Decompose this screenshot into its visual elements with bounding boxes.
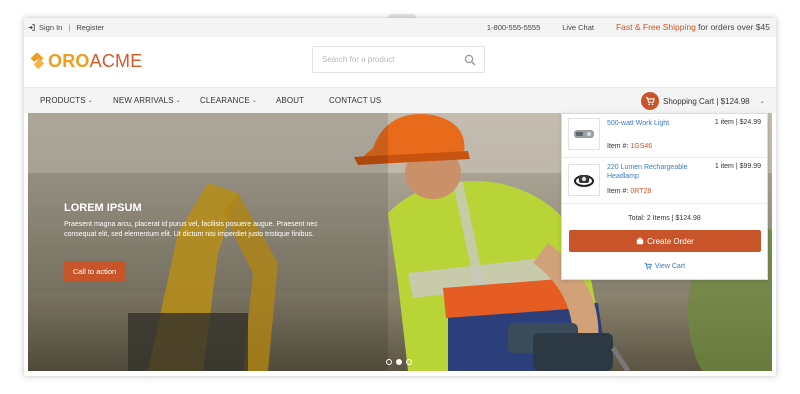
shopping-cart-button[interactable]: Shopping Cart | $124.98 ⌄: [641, 92, 765, 110]
nav-item-clearance[interactable]: CLEARANCE ⌄: [200, 96, 257, 105]
phone-number: 1-800-555-5555: [486, 22, 541, 32]
carousel-dot-3[interactable]: [406, 359, 412, 365]
logo-text-oro: ORO: [48, 51, 90, 71]
item-code: 0RT28: [630, 188, 652, 195]
nav-item-products[interactable]: PRODUCTS ⌄: [40, 96, 93, 105]
top-bar: Sign In | Register 1-800-555-5555 Live C…: [24, 18, 776, 37]
briefcase-icon: [636, 237, 644, 245]
register-link[interactable]: Register: [76, 23, 104, 32]
carousel-dot-2[interactable]: [396, 359, 402, 365]
chevron-down-icon: ⌄: [759, 98, 765, 105]
logo-text: OROACME: [48, 51, 142, 72]
shopping-cart-icon: [641, 92, 659, 110]
hero-title: LOREM IPSUM: [64, 202, 142, 214]
nav-item-about[interactable]: ABOUT: [276, 96, 304, 105]
search-input[interactable]: [313, 47, 453, 72]
live-chat-link[interactable]: Live Chat: [562, 23, 594, 32]
product-name-link[interactable]: 500-watt Work Light: [607, 119, 689, 128]
call-to-action-button[interactable]: Call to action: [64, 261, 125, 282]
product-thumbnail[interactable]: [568, 118, 600, 150]
nav-item-new-arrivals[interactable]: NEW ARRIVALS ⌄: [113, 96, 181, 105]
site-header: OROACME: [24, 37, 776, 87]
sign-in-link[interactable]: Sign In: [39, 23, 62, 32]
shipping-text: for orders over $45: [695, 22, 770, 32]
product-thumbnail[interactable]: [568, 164, 600, 196]
item-qty-price: 1 item | $99.99: [714, 163, 761, 170]
hero-caption: LOREM IPSUM Praesent magna arcu, placera…: [64, 202, 324, 240]
chevron-down-icon: ⌄: [87, 98, 93, 104]
account-links: Sign In | Register: [28, 23, 104, 32]
item-code: 1GS46: [630, 143, 653, 150]
cart-item: 500-watt Work Light 1 item | $24.99 Item…: [562, 114, 767, 158]
sign-in-icon: [28, 24, 35, 31]
headlamp-icon: [574, 175, 594, 187]
logo-text-acme: ACME: [89, 51, 143, 71]
cart-item: 220 Lumen Rechargeable Headlamp 1 item |…: [562, 158, 767, 204]
view-cart-label: View Cart: [654, 262, 686, 270]
cart-dropdown: 500-watt Work Light 1 item | $24.99 Item…: [561, 113, 768, 280]
nav-item-label: CLEARANCE: [200, 96, 250, 105]
search-icon[interactable]: [464, 54, 476, 66]
item-qty-price: 1 item | $24.99: [714, 119, 761, 126]
logo[interactable]: OROACME: [28, 51, 142, 72]
nav-item-contact-us[interactable]: CONTACT US: [329, 96, 381, 105]
product-name-link[interactable]: 220 Lumen Rechargeable Headlamp: [607, 163, 689, 181]
shopping-cart-label: Shopping Cart | $124.98: [663, 96, 750, 106]
main-nav: PRODUCTS ⌄ NEW ARRIVALS ⌄ CLEARANCE ⌄ AB…: [24, 87, 776, 113]
cart-total: Total: 2 Items | $124.98: [628, 215, 701, 222]
nav-item-label: CONTACT US: [329, 96, 382, 105]
logo-mark-icon: [30, 52, 45, 69]
chevron-down-icon: ⌄: [251, 98, 257, 104]
top-bar-right: 1-800-555-5555 Live Chat Fast & Free Shi…: [487, 22, 770, 32]
nav-item-label: PRODUCTS: [40, 96, 86, 105]
nav-item-label: ABOUT: [276, 96, 305, 105]
view-cart-link[interactable]: View Cart: [562, 262, 767, 270]
item-number-label: Item #:: [607, 188, 629, 195]
browser-frame: Sign In | Register 1-800-555-5555 Live C…: [24, 18, 776, 376]
create-order-button[interactable]: Create Order: [569, 230, 761, 252]
separator: |: [68, 23, 71, 32]
item-number-label: Item #:: [607, 143, 629, 150]
item-number: Item #: 0RT28: [607, 188, 651, 195]
shipping-highlight: Fast & Free Shipping: [615, 22, 696, 32]
nav-item-label: NEW ARRIVALS: [113, 96, 174, 105]
item-number: Item #: 1GS46: [607, 143, 652, 150]
create-order-label: Create Order: [647, 236, 694, 246]
carousel-dots: [386, 359, 412, 365]
chevron-down-icon: ⌄: [175, 98, 181, 104]
carousel-dot-1[interactable]: [386, 359, 392, 365]
shipping-promo: Fast & Free Shipping for orders over $45: [616, 22, 770, 32]
hero-text: Praesent magna arcu, placerat id purus v…: [64, 221, 318, 238]
search-box: [312, 46, 485, 73]
work-light-icon: [574, 130, 594, 138]
shopping-cart-icon: [644, 262, 652, 270]
